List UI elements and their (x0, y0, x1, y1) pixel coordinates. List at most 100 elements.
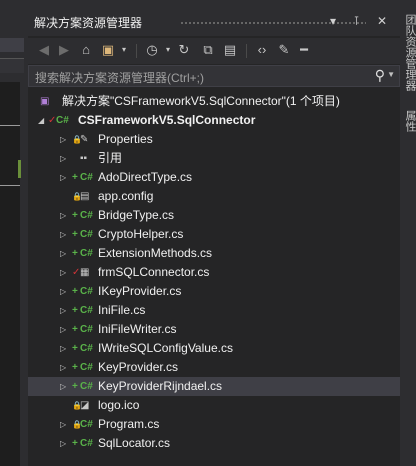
switch-views-icon[interactable]: ▣ (100, 42, 116, 58)
tree-item[interactable]: ▷ + C# KeyProvider.cs (28, 358, 400, 377)
tree-item[interactable]: ▷ ▪▪ 引用 (28, 149, 400, 168)
tree-item-label: app.config (98, 189, 154, 203)
tree-item[interactable]: ▷ 🔒 C# Program.cs (28, 415, 400, 434)
expand-arrow-icon[interactable]: ▷ (60, 130, 66, 149)
change-marker (18, 160, 21, 178)
home-icon[interactable]: ⌂ (78, 42, 94, 58)
csharp-icon: C# (80, 229, 93, 240)
expand-arrow-icon[interactable]: ▷ (60, 149, 66, 168)
tree-item[interactable]: 🔒 ◪ logo.ico (28, 396, 400, 415)
icon-file-icon: ◪ (80, 400, 90, 411)
tree-item-label: Properties (98, 132, 153, 146)
editor-guide-line (0, 185, 20, 186)
csharp-icon: C# (80, 286, 93, 297)
preview-pin-icon[interactable]: ━ (296, 42, 312, 58)
forward-icon[interactable]: ▶ (56, 42, 72, 58)
tree-item-label: KeyProviderRijndael.cs (98, 379, 223, 393)
expand-arrow-icon[interactable]: ▷ (60, 320, 66, 339)
tree-item[interactable]: ▷ + C# IWriteSQLConfigValue.cs (28, 339, 400, 358)
tree-item-label: IniFileWriter.cs (98, 322, 177, 336)
chevron-down-icon[interactable]: ▾ (160, 42, 176, 58)
properties-wrench-icon[interactable]: ✎ (276, 42, 292, 58)
expand-arrow-icon[interactable]: ▷ (60, 263, 66, 282)
properties-tab[interactable]: 属性 (402, 110, 416, 132)
tree-item-label: IniFile.cs (98, 303, 146, 317)
plus-marker-icon: + (72, 286, 78, 297)
project-node[interactable]: ◢ ✓ C# CSFrameworkV5.SqlConnector (28, 111, 400, 130)
tree-item-label: ExtensionMethods.cs (98, 246, 213, 260)
tree-item-label: IKeyProvider.cs (98, 284, 182, 298)
plus-marker-icon: + (72, 381, 78, 392)
editor-guide-line (0, 125, 20, 126)
tree-item[interactable]: ▷ ✓ ▦ frmSQLConnector.cs (28, 263, 400, 282)
wrench-icon: ✎ (80, 134, 89, 145)
tree-item-label: SqlLocator.cs (98, 436, 171, 450)
tree-item[interactable]: 🔒 ▤ app.config (28, 187, 400, 206)
tree-item[interactable]: ▷ + C# ExtensionMethods.cs (28, 244, 400, 263)
expand-arrow-icon[interactable]: ▷ (60, 339, 66, 358)
tree-item[interactable]: ▷ + C# BridgeType.cs (28, 206, 400, 225)
search-icon[interactable]: ⚲ (375, 67, 385, 84)
plus-marker-icon: + (72, 210, 78, 221)
csharp-icon: C# (80, 172, 93, 183)
expand-arrow-icon[interactable]: ▷ (60, 225, 66, 244)
search-placeholder: 搜索解决方案资源管理器(Ctrl+;) (35, 71, 204, 85)
solution-explorer-panel: 解决方案资源管理器 ▾ ⊺ ✕ ◀ ▶ ⌂ ▣ ▾ ◷ ▾ ↻ ⧉ ▤ ‹› ✎… (28, 8, 400, 466)
back-icon[interactable]: ◀ (36, 42, 52, 58)
expand-arrow-icon[interactable]: ▷ (60, 434, 66, 453)
code-icon[interactable]: ‹› (254, 42, 270, 58)
tree-item[interactable]: ▷ 🔒 ✎ Properties (28, 130, 400, 149)
tree-item[interactable]: ▷ + C# IKeyProvider.cs (28, 282, 400, 301)
show-all-files-icon[interactable]: ▤ (222, 42, 238, 58)
csharp-icon: C# (80, 362, 93, 373)
project-label: CSFrameworkV5.SqlConnector (78, 113, 256, 127)
csharp-icon: C# (80, 324, 93, 335)
left-split-button[interactable] (0, 58, 24, 73)
csharp-project-icon: C# (56, 115, 69, 126)
tree-item[interactable]: ▷ + C# IniFile.cs (28, 301, 400, 320)
solution-node[interactable]: ▣ 解决方案"CSFrameworkV5.SqlConnector"(1 个项目… (28, 92, 400, 111)
search-input[interactable]: 搜索解决方案资源管理器(Ctrl+;) ⚲ ▼ (28, 65, 400, 87)
plus-marker-icon: + (72, 438, 78, 449)
plus-marker-icon: + (72, 324, 78, 335)
collapse-all-icon[interactable]: ⧉ (200, 42, 216, 58)
expand-arrow-icon[interactable]: ▷ (60, 377, 66, 396)
team-explorer-tab[interactable]: 团队资源管理器 (402, 14, 416, 91)
csharp-icon: C# (80, 343, 93, 354)
tree-item-label: logo.ico (98, 398, 140, 412)
expand-arrow-icon[interactable]: ▷ (60, 168, 66, 187)
tree-item[interactable]: ▷ + C# AdoDirectType.cs (28, 168, 400, 187)
plus-marker-icon: + (72, 229, 78, 240)
solution-icon: ▣ (40, 96, 50, 107)
plus-marker-icon: + (72, 172, 78, 183)
panel-titlebar[interactable]: 解决方案资源管理器 ▾ ⊺ ✕ (28, 8, 400, 36)
chevron-down-icon[interactable]: ▾ (116, 42, 132, 58)
tree-item[interactable]: ▷ + C# KeyProviderRijndael.cs (28, 377, 400, 396)
collapse-arrow-icon[interactable]: ◢ (38, 111, 44, 130)
expand-arrow-icon[interactable]: ▷ (60, 301, 66, 320)
refresh-icon[interactable]: ↻ (176, 42, 192, 58)
tree-item-label: KeyProvider.cs (98, 360, 179, 374)
left-editor-strip (0, 0, 28, 466)
plus-marker-icon: + (72, 305, 78, 316)
tree-item[interactable]: ▷ + C# IniFileWriter.cs (28, 320, 400, 339)
tree-item-label: BridgeType.cs (98, 208, 175, 222)
config-file-icon: ▤ (80, 191, 90, 202)
panel-window-buttons[interactable]: ▾ ⊺ ✕ (330, 14, 394, 28)
left-dropdown[interactable] (0, 38, 24, 52)
expand-arrow-icon[interactable]: ▷ (60, 358, 66, 377)
panel-title: 解决方案资源管理器 (34, 16, 143, 30)
expand-arrow-icon[interactable]: ▷ (60, 206, 66, 225)
expand-arrow-icon[interactable]: ▷ (60, 282, 66, 301)
tree-item[interactable]: ▷ + C# SqlLocator.cs (28, 434, 400, 453)
expand-arrow-icon[interactable]: ▷ (60, 415, 66, 434)
chevron-down-icon[interactable]: ▼ (387, 70, 395, 79)
explorer-toolbar: ◀ ▶ ⌂ ▣ ▾ ◷ ▾ ↻ ⧉ ▤ ‹› ✎ ━ (28, 38, 400, 64)
tree-item-label: IWriteSQLConfigValue.cs (98, 341, 233, 355)
tree-item-label: AdoDirectType.cs (98, 170, 193, 184)
tree-item[interactable]: ▷ + C# CryptoHelper.cs (28, 225, 400, 244)
toolbar-separator (246, 44, 247, 58)
history-icon[interactable]: ◷ (144, 42, 160, 58)
expand-arrow-icon[interactable]: ▷ (60, 244, 66, 263)
solution-label: 解决方案"CSFrameworkV5.SqlConnector"(1 个项目) (62, 94, 340, 108)
